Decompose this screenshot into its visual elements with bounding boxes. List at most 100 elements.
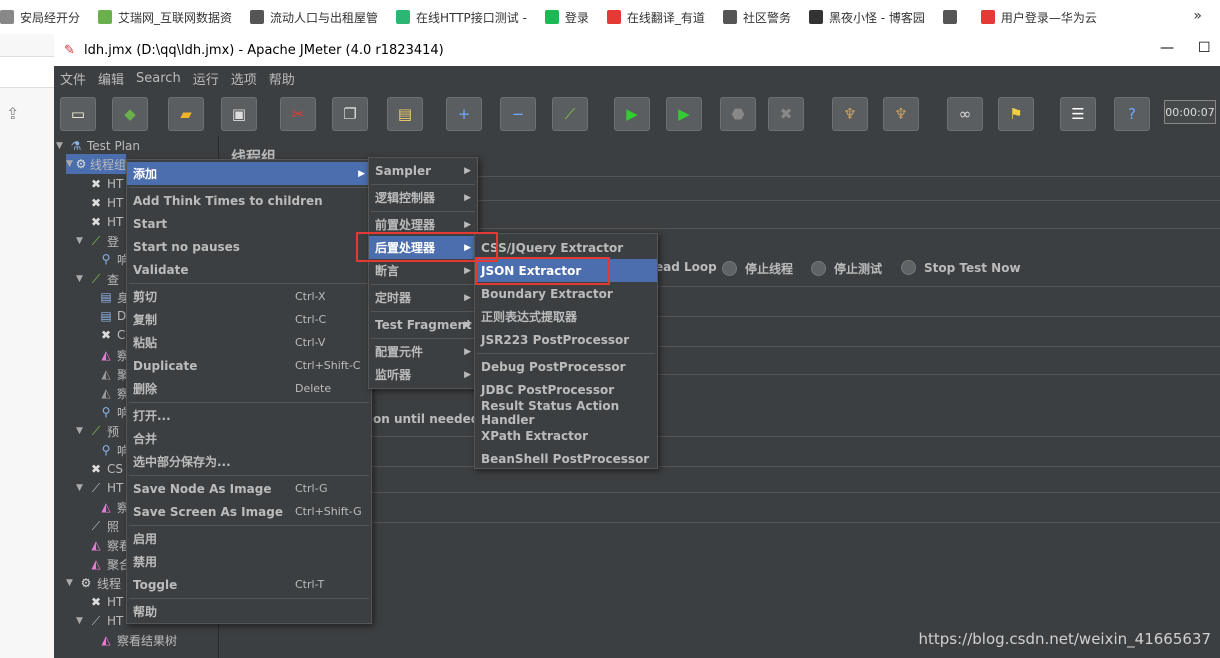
bookmark-item[interactable]: 艾瑞网_互联网数据资 [98,9,232,26]
tree-node[interactable]: ✖ HT [76,592,123,612]
menu-item-item-11[interactable]: 删除 Delete [127,377,371,400]
menu-item-item-20[interactable]: 启用 [127,527,371,550]
radio-stop-test-now[interactable]: Stop Test Now [901,260,1021,275]
expand-toggle-icon[interactable]: ▼ [76,616,88,626]
tree-node[interactable]: ◭ 察看结果树 [86,630,177,650]
radio-stop-thread[interactable]: 停止线程 [722,260,793,277]
menu-search[interactable]: Search [136,71,181,86]
bookmark-item[interactable]: 安局经开分 [0,9,80,26]
menu-item-save-node-as-image[interactable]: Save Node As Image Ctrl-G [127,477,371,500]
tree-node[interactable]: ◭ 察 [86,383,129,403]
toggle-button[interactable]: ⟋ [552,97,588,131]
menu-item-item-7[interactable]: 剪切 Ctrl-X [127,285,371,308]
expand-toggle-icon[interactable]: ▼ [56,141,68,151]
bookmarks-overflow-icon[interactable]: » [1193,8,1202,24]
tree-node[interactable]: ◭ 聚 [86,364,129,384]
menu-item-item-24[interactable]: 帮助 [127,600,371,623]
cut-button[interactable]: ✂ [280,97,316,131]
tree-node[interactable]: ◭ 察看 [76,535,131,555]
menu-item-sampler[interactable]: Sampler ▶ [369,159,477,182]
tree-node[interactable]: ▼ ⟋ 登 [76,231,119,251]
help-button[interactable]: ? [1114,97,1150,131]
menu-item-item-2[interactable]: 逻辑控制器 ▶ [369,186,477,209]
menu-item-0[interactable]: 文件 [60,69,86,88]
expand-toggle-icon[interactable]: ▼ [76,426,88,436]
bookmark-item[interactable]: 登录 [544,9,589,26]
tree-node[interactable]: ◭ 察 [86,497,129,517]
shutdown-button[interactable]: ✖ [768,97,804,131]
clear-button[interactable]: ♆ [832,97,868,131]
maximize-button[interactable]: ☐ [1198,40,1211,56]
tree-node[interactable]: ◭ 察 [86,345,129,365]
menu-item-item-12[interactable]: 配置元件 ▶ [369,340,477,363]
menu-item-item-8[interactable]: 复制 Ctrl-C [127,308,371,331]
menu-item-add-think-times-to-children[interactable]: Add Think Times to children [127,189,371,212]
menu-item-item-15[interactable]: 选中部分保存为... [127,450,371,473]
new-button[interactable]: ▭ [60,97,96,131]
tree-node[interactable]: ▤ D [86,306,126,326]
menu-item-toggle[interactable]: Toggle Ctrl-T [127,573,371,596]
expand-toggle-icon[interactable]: ▼ [66,578,78,588]
expand-toggle-icon[interactable]: ▼ [66,159,75,169]
tree-node[interactable]: ✖ HT [76,193,123,213]
radio-dot[interactable] [722,261,737,276]
paste-button[interactable]: ▤ [387,97,423,131]
tree-node[interactable]: ⚲ 响 [86,249,129,269]
reset-search-button[interactable]: ⚑ [998,97,1034,131]
bookmark-item[interactable]: 流动人口与出租屋管 [250,9,378,26]
menu-item-test-fragment[interactable]: Test Fragment ▶ [369,313,477,336]
expand-toggle-icon[interactable]: ▼ [76,236,88,246]
menu-item-item-9[interactable]: 粘贴 Ctrl-V [127,331,371,354]
tree-node[interactable]: ▼ ⟋ HT [76,478,123,498]
menu-item-item-13[interactable]: 打开... [127,404,371,427]
open-button[interactable]: ▰ [168,97,204,131]
menu-item-jsr223-postprocessor[interactable]: JSR223 PostProcessor [475,328,657,351]
bookmark-item[interactable] [942,10,963,24]
clear-all-button[interactable]: ♆ [883,97,919,131]
start-button[interactable]: ▶ [614,97,650,131]
menu-item-item-8[interactable]: 定时器 ▶ [369,286,477,309]
expand-button[interactable]: + [446,97,482,131]
expand-toggle-icon[interactable]: ▼ [76,483,88,493]
menu-item-5[interactable]: 帮助 [269,69,295,88]
menu-item-item-21[interactable]: 禁用 [127,550,371,573]
bookmark-item[interactable]: 在线HTTP接口测试 - [396,9,527,26]
radio-stop-test[interactable]: 停止测试 [811,260,882,277]
menu-item-boundary-extractor[interactable]: Boundary Extractor [475,282,657,305]
tree-node[interactable]: ✖ HT [76,174,123,194]
tree-node[interactable]: ✖ CS [76,459,123,479]
menu-item-1[interactable]: 编辑 [98,69,124,88]
tree-node[interactable]: ▼ ⟋ 查 [76,269,119,289]
minimize-button[interactable]: — [1160,40,1174,56]
menu-item-save-screen-as-image[interactable]: Save Screen As Image Ctrl+Shift-G [127,500,371,523]
menu-item-debug-postprocessor[interactable]: Debug PostProcessor [475,355,657,378]
radio-read-loop[interactable]: ead Loop [655,260,717,274]
menu-item-start-no-pauses[interactable]: Start no pauses [127,235,371,258]
tree-node[interactable]: ✖ C [86,325,125,345]
collapse-button[interactable]: − [500,97,536,131]
menu-item-validate[interactable]: Validate [127,258,371,281]
tree-node[interactable]: ▼ ⚗ Test Plan [56,136,140,156]
stop-button[interactable]: ⬣ [720,97,756,131]
menu-item-item-13[interactable]: 监听器 ▶ [369,363,477,386]
upload-icon[interactable]: ⇪ [6,104,19,123]
copy-button[interactable]: ❐ [332,97,368,131]
bookmark-item[interactable]: 黑夜小怪 - 博客园 [808,9,925,26]
menu-item-4[interactable]: 选项 [231,69,257,88]
templates-button[interactable]: ◆ [112,97,148,131]
address-bar-fragment[interactable] [0,56,54,88]
radio-dot[interactable] [901,260,916,275]
menu-item-item-0[interactable]: 添加 ▶ [127,162,371,185]
menu-item-xpath-extractor[interactable]: XPath Extractor [475,424,657,447]
menu-item-result-status-action-handler[interactable]: Result Status Action Handler [475,399,657,427]
tree-node[interactable]: ▼ ⟋ HT [76,611,123,631]
menu-item-duplicate[interactable]: Duplicate Ctrl+Shift-C [127,354,371,377]
bookmark-item[interactable]: 用户登录—华为云 [980,9,1097,26]
bookmark-item[interactable]: 在线翻译_有道 [606,9,705,26]
start-no-pauses-button[interactable]: ▶ [666,97,702,131]
menu-item-beanshell-postprocessor[interactable]: BeanShell PostProcessor [475,447,657,470]
tree-node[interactable]: ▼ ⚙ 线程 [66,573,121,593]
menu-item-3[interactable]: 运行 [193,69,219,88]
expand-toggle-icon[interactable]: ▼ [76,274,88,284]
menu-item-start[interactable]: Start [127,212,371,235]
